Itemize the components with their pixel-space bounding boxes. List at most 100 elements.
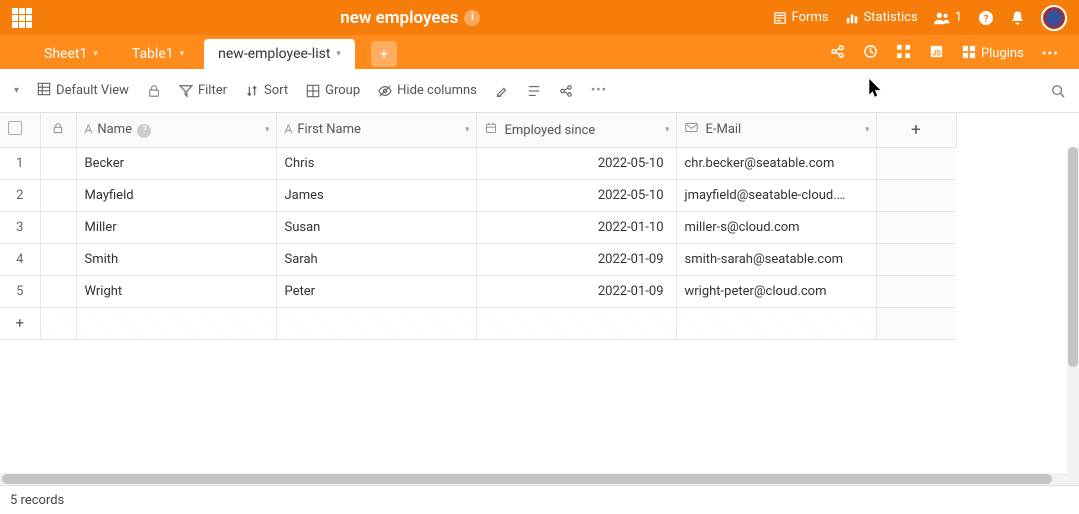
forms-label: Forms — [792, 10, 829, 25]
history-icon[interactable] — [863, 44, 878, 63]
cell-email[interactable]: miller-s@cloud.com — [676, 211, 876, 243]
automations-icon[interactable] — [896, 44, 911, 63]
tab-sheet1[interactable]: Sheet1 ▾ — [30, 39, 112, 69]
base-title-text[interactable]: new employees — [340, 8, 458, 28]
cell-first-name[interactable]: Sarah — [276, 243, 476, 275]
cell-name[interactable]: Mayfield — [76, 179, 276, 211]
column-header-name[interactable]: AName ? ▾ — [76, 113, 276, 147]
table-row[interactable]: 1 BeckerChris2022-05-10chr.becker@seatabl… — [0, 147, 956, 179]
notifications-icon[interactable] — [1010, 10, 1025, 26]
cell-first-name[interactable]: Peter — [276, 275, 476, 307]
cell-email[interactable]: smith-sarah@seatable.com — [676, 243, 876, 275]
users-count: 1 — [955, 10, 962, 25]
horizontal-scrollbar[interactable] — [0, 473, 1067, 485]
row-lock-cell — [40, 211, 76, 243]
share-icon[interactable] — [830, 44, 845, 63]
scripts-icon[interactable]: JS — [929, 44, 944, 63]
add-column-button[interactable]: + — [876, 113, 956, 147]
cell-first-name[interactable]: Chris — [276, 147, 476, 179]
row-number[interactable]: 2 — [0, 179, 40, 211]
search-icon[interactable] — [1051, 84, 1065, 98]
cell-email[interactable]: jmayfield@seatable-cloud.… — [676, 179, 876, 211]
add-row[interactable]: + — [0, 307, 956, 339]
cell-email[interactable]: chr.becker@seatable.com — [676, 147, 876, 179]
chevron-down-icon[interactable]: ▾ — [665, 125, 670, 135]
data-grid: AName ? ▾ AFirst Name ▾ Employed since ▾… — [0, 113, 957, 340]
chevron-down-icon[interactable]: ▾ — [265, 125, 270, 135]
record-count: 5 records — [10, 493, 64, 508]
help-icon[interactable]: ? — [137, 124, 151, 138]
column-header-first-name[interactable]: AFirst Name ▾ — [276, 113, 476, 147]
chevron-down-icon[interactable]: ▾ — [465, 125, 470, 135]
apps-grid-icon[interactable] — [12, 8, 32, 28]
info-icon[interactable]: i — [464, 10, 480, 26]
table-row[interactable]: 4 SmithSarah2022-01-09smith-sarah@seatabl… — [0, 243, 956, 275]
cell-employed-since[interactable]: 2022-05-10 — [476, 147, 676, 179]
col-emp-label: Employed since — [504, 123, 595, 138]
hide-columns-label: Hide columns — [397, 83, 477, 98]
base-title: new employees i — [48, 8, 773, 28]
empty-cell — [876, 179, 956, 211]
row-number[interactable]: 1 — [0, 147, 40, 179]
cell-first-name[interactable]: James — [276, 179, 476, 211]
sort-button[interactable]: Sort — [245, 83, 288, 98]
cell-employed-since[interactable]: 2022-01-09 — [476, 275, 676, 307]
table-row[interactable]: 2 MayfieldJames2022-05-10jmayfield@seatab… — [0, 179, 956, 211]
tab-table1[interactable]: Table1 ▾ — [118, 39, 198, 69]
cell-name[interactable]: Becker — [76, 147, 276, 179]
cell-name[interactable]: Miller — [76, 211, 276, 243]
chevron-down-icon[interactable]: ▾ — [865, 125, 870, 135]
view-dropdown-chevron[interactable]: ▾ — [14, 85, 19, 96]
topbar-right: Forms Statistics 1 ? — [773, 5, 1067, 31]
checkbox-icon[interactable] — [8, 121, 22, 135]
more-icon[interactable]: ••• — [1042, 46, 1059, 62]
cell-employed-since[interactable]: 2022-01-10 — [476, 211, 676, 243]
group-button[interactable]: Group — [306, 83, 360, 98]
row-number[interactable]: 4 — [0, 243, 40, 275]
table-row[interactable]: 3 MillerSusan2022-01-10miller-s@cloud.com — [0, 211, 956, 243]
forms-link[interactable]: Forms — [773, 10, 829, 25]
hide-columns-button[interactable]: Hide columns — [378, 83, 477, 98]
plugins-button[interactable]: Plugins — [962, 45, 1024, 63]
cell-employed-since[interactable]: 2022-01-09 — [476, 243, 676, 275]
column-header-employed-since[interactable]: Employed since ▾ — [476, 113, 676, 147]
scrollbar-thumb[interactable] — [1068, 147, 1078, 367]
select-all-header[interactable] — [0, 113, 40, 147]
view-selector[interactable]: Default View — [37, 82, 129, 100]
table-row[interactable]: 5 WrightPeter2022-01-09wright-peter@cloud… — [0, 275, 956, 307]
scrollbar-thumb[interactable] — [2, 474, 1052, 484]
row-height-button[interactable] — [527, 84, 541, 98]
filter-button[interactable]: Filter — [179, 83, 227, 98]
column-header-email[interactable]: E-Mail ▾ — [676, 113, 876, 147]
mouse-cursor-icon — [869, 79, 883, 103]
tab-bar: Sheet1 ▾ Table1 ▾ new-employee-list ▾ + … — [0, 35, 1079, 69]
row-number[interactable]: 3 — [0, 211, 40, 243]
vertical-scrollbar[interactable] — [1067, 147, 1079, 485]
cell-name[interactable]: Smith — [76, 243, 276, 275]
statistics-link[interactable]: Statistics — [845, 10, 918, 25]
plus-icon[interactable]: + — [15, 314, 24, 332]
avatar[interactable] — [1041, 5, 1067, 31]
chevron-down-icon: ▾ — [93, 49, 98, 59]
plugins-icon — [962, 45, 976, 63]
cell-name[interactable]: Wright — [76, 275, 276, 307]
col-email-label: E-Mail — [705, 122, 741, 137]
empty-cell — [876, 275, 956, 307]
color-button[interactable] — [495, 84, 509, 98]
cell-email[interactable]: wright-peter@cloud.com — [676, 275, 876, 307]
collaborators-button[interactable]: 1 — [934, 10, 962, 25]
more-tools-icon[interactable]: ••• — [591, 83, 607, 98]
help-icon[interactable]: ? — [978, 10, 994, 26]
tab-sheet1-label: Sheet1 — [44, 46, 87, 62]
cell-first-name[interactable]: Susan — [276, 211, 476, 243]
tab-new-employee-list[interactable]: new-employee-list ▾ — [204, 39, 355, 69]
sort-label: Sort — [264, 83, 288, 98]
status-bar: 5 records — [0, 485, 1079, 514]
add-table-button[interactable]: + — [371, 41, 397, 67]
tab-table1-label: Table1 — [132, 46, 174, 62]
share-view-icon[interactable] — [559, 84, 573, 98]
row-number[interactable]: 5 — [0, 275, 40, 307]
cell-employed-since[interactable]: 2022-05-10 — [476, 179, 676, 211]
lock-view-icon[interactable] — [147, 84, 161, 98]
tabbar-right: JS Plugins ••• — [830, 44, 1059, 69]
